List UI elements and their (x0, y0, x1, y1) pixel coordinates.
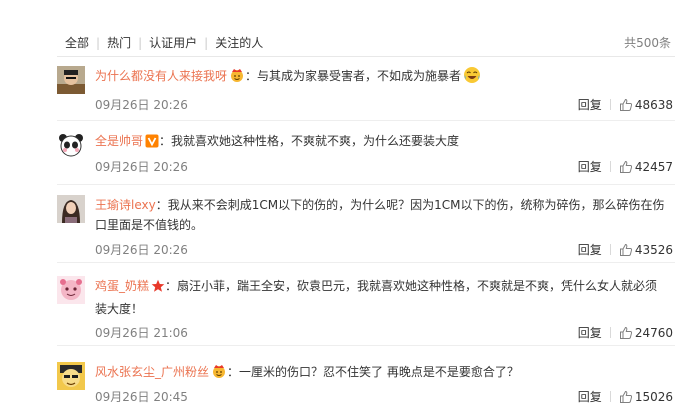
thumbs-up-icon (619, 98, 633, 115)
filter-all[interactable]: 全部 (65, 30, 89, 56)
comment-body: 扇汪小菲，踹王全安，砍袁巴元，我就喜欢她这种性格，不爽就是不爽，凭什么女人就必须… (95, 279, 658, 316)
star-icon[interactable] (151, 279, 165, 299)
comment-item: 鸡蛋_奶糕 ：扇汪小菲，踹王全安，砍袁巴元，我就喜欢她这种性格，不爽就是不爽，凭什… (57, 276, 675, 346)
avatar[interactable] (57, 362, 85, 390)
comment-time: 09月26日 20:26 (95, 160, 188, 174)
avatar[interactable] (57, 195, 85, 223)
comment-actions: 回复 42457 (578, 158, 673, 177)
avatar[interactable] (57, 66, 85, 94)
comment-actions: 回复 48638 (578, 96, 673, 115)
like-count: 15026 (634, 390, 673, 404)
like-button[interactable]: 24760 (619, 326, 673, 340)
comment-content: 为什么都没有人来接我呀 ：与其成为家暴受害者，不如成为施暴者 (95, 66, 669, 90)
colon: ： (227, 365, 240, 379)
colon: ： (159, 134, 172, 148)
thumbs-up-icon (619, 326, 633, 343)
comment-time: 09月26日 20:26 (95, 98, 188, 112)
filter-separator: | (96, 36, 101, 50)
comment-panel: 全部 | 热门 | 认证用户 | 关注的人 共500条 为什么都没有人来接我呀 ：与其成为家暴… (0, 0, 683, 416)
comment-item: 全是帅哥 ：我就喜欢她这种性格，不爽就不爽，为什么还要装大度 09月26日 20:… (57, 131, 675, 185)
colon: ： (165, 279, 178, 293)
comment-time: 09月26日 21:06 (95, 326, 188, 340)
username[interactable]: 王瑜诗lexy (95, 198, 156, 212)
avatar[interactable] (57, 276, 85, 304)
comment-filter-bar: 全部 | 热门 | 认证用户 | 关注的人 共500条 (57, 30, 675, 57)
colon: ： (245, 69, 258, 83)
thumbs-up-icon (619, 243, 633, 260)
filter-verified[interactable]: 认证用户 (149, 30, 197, 56)
action-divider (609, 161, 611, 172)
comment-content: 风水张玄尘_广州粉丝 ：一厘米的伤口？忍不住笑了 再晚点是不是要愈合了？ (95, 362, 669, 385)
like-button[interactable]: 43526 (619, 243, 673, 257)
comment-content: 鸡蛋_奶糕 ：扇汪小菲，踹王全安，砍袁巴元，我就喜欢她这种性格，不爽就是不爽，凭什… (95, 276, 669, 319)
like-count: 24760 (634, 326, 673, 340)
reply-button[interactable]: 回复 (578, 326, 602, 340)
filter-hot[interactable]: 热门 (107, 30, 131, 56)
colon: ： (155, 198, 168, 212)
action-divider (609, 391, 611, 402)
action-divider (609, 99, 611, 110)
comment-item: 王瑜诗lexy：我从来不会刺成1CM以下的伤的，为什么呢？因为1CM以下的伤，统… (57, 195, 675, 263)
filter-separator: | (204, 36, 209, 50)
reply-button[interactable]: 回复 (578, 243, 602, 257)
username[interactable]: 为什么都没有人来接我呀 (95, 69, 227, 83)
filter-tabs: 全部 | 热门 | 认证用户 | 关注的人 (65, 30, 263, 56)
comment-content: 王瑜诗lexy：我从来不会刺成1CM以下的伤的，为什么呢？因为1CM以下的伤，统… (95, 195, 669, 235)
comment-body: 与其成为家暴受害者，不如成为施暴者 (257, 69, 462, 83)
like-button[interactable]: 48638 (619, 98, 673, 112)
like-count: 48638 (634, 98, 673, 112)
like-count: 42457 (634, 160, 673, 174)
reply-button[interactable]: 回复 (578, 160, 602, 174)
comment-time: 09月26日 20:45 (95, 390, 188, 404)
username[interactable]: 全是帅哥 (95, 134, 143, 148)
comment-item: 为什么都没有人来接我呀 ：与其成为家暴受害者，不如成为施暴者 09月26日 20:… (57, 66, 675, 121)
like-button[interactable]: 42457 (619, 160, 673, 174)
comment-divider (57, 262, 675, 263)
comment-divider (57, 184, 675, 185)
comment-body: 我就喜欢她这种性格，不爽就不爽，为什么还要装大度 (171, 134, 460, 148)
comment-actions: 回复 15026 (578, 388, 673, 407)
laughing-tears-emoji-icon (463, 66, 481, 90)
reply-button[interactable]: 回复 (578, 98, 602, 112)
comment-actions: 回复 24760 (578, 324, 673, 343)
comment-content: 全是帅哥 ：我就喜欢她这种性格，不爽就不爽，为什么还要装大度 (95, 131, 669, 154)
action-divider (609, 327, 611, 338)
reply-button[interactable]: 回复 (578, 390, 602, 404)
comment-body: 一厘米的伤口？忍不住笑了 再晚点是不是要愈合了？ (239, 365, 519, 379)
thumbs-up-icon (619, 160, 633, 177)
filter-separator: | (138, 36, 143, 50)
like-button[interactable]: 15026 (619, 390, 673, 404)
action-divider (609, 244, 611, 255)
comment-divider (57, 120, 675, 121)
comment-actions: 回复 43526 (578, 241, 673, 260)
like-count: 43526 (634, 243, 673, 257)
comment-total-count: 共500条 (624, 36, 671, 50)
comment-body: 我从来不会刺成1CM以下的伤的，为什么呢？因为1CM以下的伤，统称为碎伤，那么碎… (95, 198, 665, 232)
vip-v-icon[interactable] (145, 134, 159, 154)
comment-time: 09月26日 20:26 (95, 243, 188, 257)
filter-following[interactable]: 关注的人 (215, 30, 263, 56)
comment-item: 风水张玄尘_广州粉丝 ：一厘米的伤口？忍不住笑了 再晚点是不是要愈合了？ 09月2… (57, 362, 675, 416)
crown-face-icon[interactable] (229, 67, 245, 89)
comment-divider (57, 345, 675, 346)
username[interactable]: 鸡蛋_奶糕 (95, 279, 149, 293)
thumbs-up-icon (619, 390, 633, 407)
avatar[interactable] (57, 131, 85, 159)
username[interactable]: 风水张玄尘_广州粉丝 (95, 365, 209, 379)
crown-face-icon[interactable] (211, 363, 227, 385)
